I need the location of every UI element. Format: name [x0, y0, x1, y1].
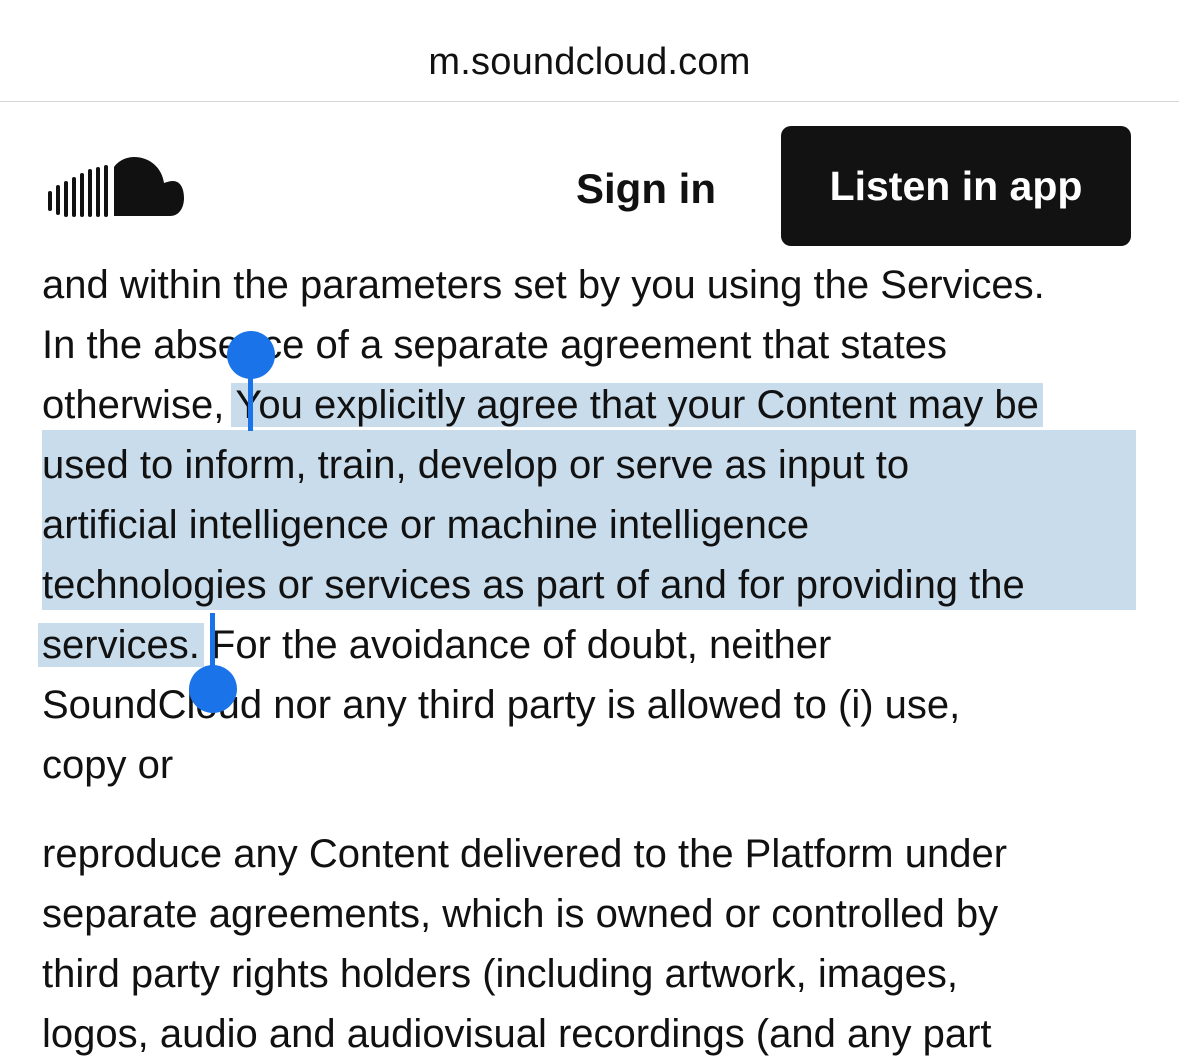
site-header: Sign in Listen in app [0, 103, 1179, 263]
selected-text[interactable]: technologies or services as part of and … [42, 555, 1025, 615]
text-segment: For the avoidance of doubt, neither [199, 623, 832, 667]
text-line: logos, audio and audiovisual recordings … [42, 1012, 992, 1056]
sign-in-button[interactable]: Sign in [560, 159, 732, 219]
terms-article: and within the parameters set by you usi… [0, 255, 1179, 1056]
soundcloud-logo-icon[interactable] [46, 155, 186, 219]
text-line: otherwise, You explicitly agree that you… [42, 375, 1043, 435]
text-line: In the absence of a separate agreement t… [42, 323, 948, 367]
listen-in-app-button[interactable]: Listen in app [781, 126, 1131, 246]
text-line: third party rights holders (including ar… [42, 952, 958, 996]
selection-end-handle[interactable] [189, 665, 237, 713]
selected-text[interactable]: used to inform, train, develop or serve … [42, 435, 909, 495]
text-line: reproduce any Content delivered to the P… [42, 832, 1008, 876]
selection-start-handle-stem[interactable] [248, 375, 253, 431]
text-line: and within the parameters set by you usi… [42, 263, 1045, 307]
selection-start-handle[interactable] [227, 331, 275, 379]
selected-text[interactable]: artificial intelligence or machine intel… [42, 495, 809, 555]
text-line: SoundCloud nor any third party is allowe… [42, 683, 961, 727]
selected-text[interactable]: services. [38, 623, 204, 667]
text-line: separate agreements, which is owned or c… [42, 892, 999, 936]
url-text[interactable]: m.soundcloud.com [0, 38, 1179, 86]
selection-end-handle-stem[interactable] [210, 613, 215, 673]
text-segment: otherwise, [42, 383, 236, 427]
selected-text[interactable]: You explicitly agree that your Content m… [231, 383, 1043, 427]
text-line: services. For the avoidance of doubt, ne… [38, 615, 832, 675]
browser-url-bar[interactable]: m.soundcloud.com [0, 0, 1179, 102]
text-line: copy or [42, 743, 174, 787]
